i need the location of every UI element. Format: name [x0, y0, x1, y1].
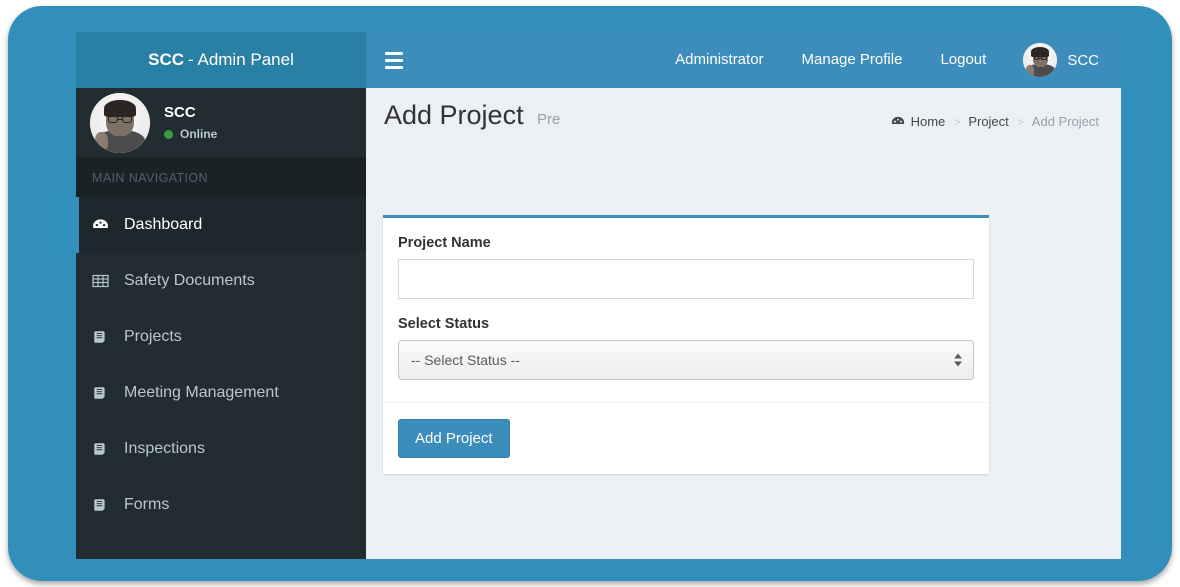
sidebar-user-status-label: Online: [180, 127, 218, 141]
breadcrumb: Home > Project > Add Project: [891, 114, 1099, 129]
sidebar-item-label: Meeting Management: [124, 384, 279, 401]
breadcrumb-separator: >: [953, 114, 961, 129]
nav-link-manage-profile[interactable]: Manage Profile: [783, 32, 922, 88]
sidebar-item-inspections[interactable]: Inspections: [76, 421, 366, 477]
breadcrumb-item-current: Add Project: [1031, 114, 1099, 129]
nav-link-logout[interactable]: Logout: [921, 32, 1005, 88]
project-name-label: Project Name: [398, 235, 491, 251]
navbar-menu: Administrator Manage Profile Logout SCC: [656, 32, 1111, 88]
form-group-select-status: Select Status -- Select Status --: [398, 316, 974, 380]
add-project-form: Project Name Select Status -- Select Sta…: [383, 218, 989, 402]
top-navbar: Administrator Manage Profile Logout SCC: [366, 32, 1121, 88]
hamburger-bar: [385, 65, 403, 69]
select-status-dropdown[interactable]: -- Select Status --: [398, 340, 974, 380]
book-icon: [92, 441, 118, 457]
status-badge: Online: [164, 127, 217, 141]
online-dot-icon: [164, 129, 173, 139]
dashboard-gauge-icon: [891, 115, 905, 129]
page-subtitle: Pre: [537, 111, 561, 128]
select-status-label: Select Status: [398, 316, 490, 332]
logo-brand-strong: SCC: [148, 50, 185, 69]
navbar-username: SCC: [1067, 51, 1099, 69]
add-project-submit-button[interactable]: Add Project: [398, 419, 510, 458]
hamburger-bar: [385, 51, 403, 55]
sidebar-item-safety-documents[interactable]: Safety Documents: [76, 253, 366, 309]
breadcrumb-item-project[interactable]: Project: [968, 114, 1008, 129]
sidebar-item-dashboard[interactable]: Dashboard: [76, 197, 366, 253]
add-project-box: Project Name Select Status -- Select Sta…: [383, 215, 989, 474]
sidebar-item-meeting-management[interactable]: Meeting Management: [76, 365, 366, 421]
dashboard-gauge-icon: [92, 217, 118, 234]
sidebar-logo-bar[interactable]: SCC - Admin Panel: [76, 32, 366, 88]
decorative-window-frame: SCC - Admin Panel Administrator Manage P…: [8, 6, 1172, 581]
form-group-project-name: Project Name: [398, 235, 974, 299]
sidebar-item-label: Inspections: [124, 440, 205, 457]
breadcrumb-separator: >: [1016, 114, 1024, 129]
sidebar-item-label: Projects: [124, 328, 182, 345]
sidebar-item-label: Safety Documents: [124, 272, 255, 289]
page-title: Add Project: [384, 100, 524, 130]
add-project-box-footer: Add Project: [383, 402, 989, 474]
content-area: Add Project Pre Home > Project > Add Pro…: [366, 88, 1121, 559]
breadcrumb-item-home[interactable]: Home: [911, 114, 946, 129]
sidebar-item-forms[interactable]: Forms: [76, 477, 366, 533]
sidebar-item-label: Dashboard: [124, 216, 203, 233]
hamburger-bar: [385, 58, 403, 62]
nav-link-administrator[interactable]: Administrator: [656, 32, 782, 88]
book-icon: [92, 497, 118, 513]
book-icon: [92, 329, 118, 345]
logo-brand-rest: - Admin Panel: [188, 50, 294, 69]
book-icon: [92, 385, 118, 401]
sidebar-item-label: Forms: [124, 496, 170, 513]
project-name-input[interactable]: [398, 259, 974, 299]
table-grid-icon: [92, 273, 118, 289]
user-avatar-photo-icon: [1023, 43, 1058, 77]
sidebar-item-projects[interactable]: Projects: [76, 309, 366, 365]
sidebar-user-panel[interactable]: SCC Online: [76, 88, 366, 157]
hamburger-icon[interactable]: [376, 44, 412, 76]
sidebar-username: SCC: [164, 104, 196, 121]
user-avatar-photo-icon: [90, 92, 150, 153]
sidebar: SCC Online MAIN NAVIGATION Dashboard Saf…: [76, 88, 366, 559]
sidebar-nav-header: MAIN NAVIGATION: [76, 157, 366, 197]
content-header: Add Project Pre Home > Project > Add Pro…: [366, 88, 1121, 150]
admin-panel-window: SCC - Admin Panel Administrator Manage P…: [76, 32, 1121, 559]
navbar-user-menu[interactable]: SCC: [1005, 32, 1111, 88]
